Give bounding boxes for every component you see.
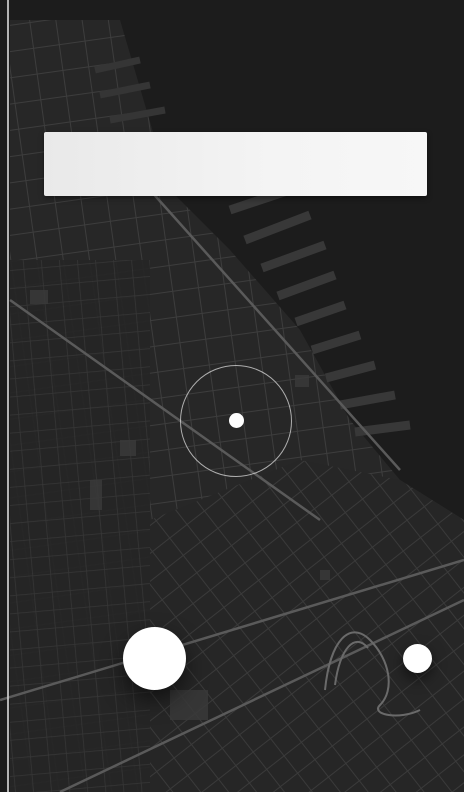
current-location-icon[interactable] bbox=[229, 413, 244, 428]
land-west bbox=[10, 260, 150, 792]
app-screen bbox=[0, 0, 464, 792]
search-input[interactable] bbox=[44, 132, 427, 196]
screen-edge-line bbox=[7, 0, 9, 792]
secondary-action-button[interactable] bbox=[403, 644, 432, 673]
primary-action-button[interactable] bbox=[123, 627, 186, 690]
